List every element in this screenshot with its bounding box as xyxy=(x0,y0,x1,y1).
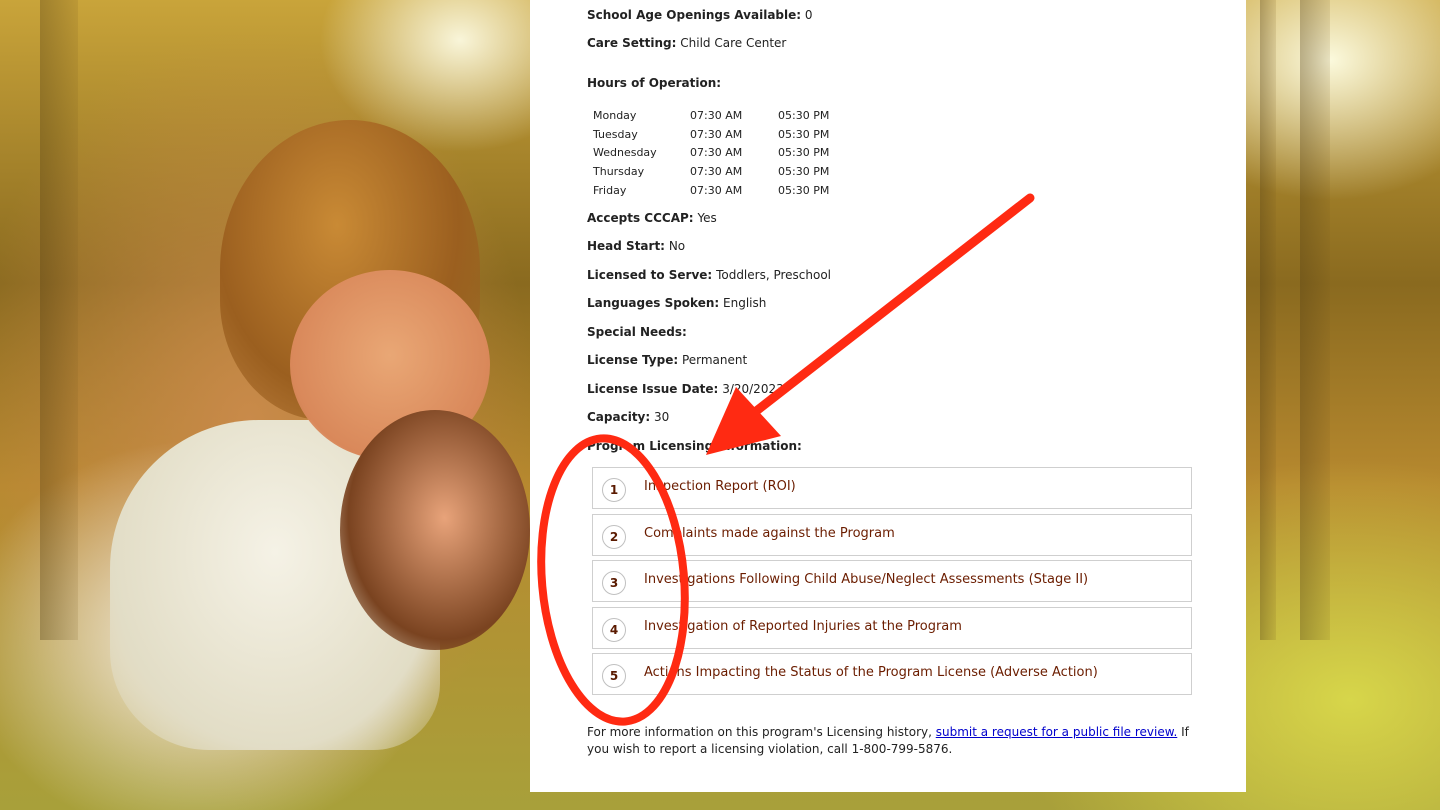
provider-details-panel: School Age Openings Available: 0 Care Se… xyxy=(530,0,1246,792)
step-number-badge: 4 xyxy=(602,618,626,642)
school-age-openings-value: 0 xyxy=(804,8,813,22)
public-file-review-link[interactable]: submit a request for a public file revie… xyxy=(936,725,1178,739)
special-needs: Special Needs: xyxy=(587,325,687,339)
step-number-badge: 5 xyxy=(602,664,626,688)
step-number-badge: 1 xyxy=(602,478,626,502)
accordion-item-title[interactable]: Complaints made against the Program xyxy=(644,526,895,541)
accordion-item-title[interactable]: Inspection Report (ROI) xyxy=(644,479,796,494)
school-age-openings: School Age Openings Available: 0 xyxy=(587,8,813,22)
license-issue-date: License Issue Date: 3/20/2023 xyxy=(587,382,784,396)
accordion-item-inspection-report[interactable]: 1 Inspection Report (ROI) xyxy=(592,467,1192,509)
program-licensing-heading: Program Licensing Information: xyxy=(587,439,802,453)
accordion-item-title[interactable]: Actions Impacting the Status of the Prog… xyxy=(644,665,1098,680)
accordion-item-injuries[interactable]: 4 Investigation of Reported Injuries at … xyxy=(592,607,1192,649)
accepts-cccap: Accepts CCCAP: Yes xyxy=(587,211,717,225)
accordion-item-complaints[interactable]: 2 Complaints made against the Program xyxy=(592,514,1192,556)
table-row: Thursday 07:30 AM 05:30 PM xyxy=(593,164,830,178)
accordion-item-investigations-abuse[interactable]: 3 Investigations Following Child Abuse/N… xyxy=(592,560,1192,602)
step-number-badge: 3 xyxy=(602,571,626,595)
table-row: Friday 07:30 AM 05:30 PM xyxy=(593,183,830,197)
licensed-to-serve: Licensed to Serve: Toddlers, Preschool xyxy=(587,268,832,282)
licensing-history-note: For more information on this program's L… xyxy=(587,725,1189,756)
languages-spoken: Languages Spoken: English xyxy=(587,296,767,310)
hours-table: Monday 07:30 AM 05:30 PM Tuesday 07:30 A… xyxy=(593,106,829,199)
license-type: License Type: Permanent xyxy=(587,353,748,367)
accordion-item-title[interactable]: Investigation of Reported Injuries at th… xyxy=(644,619,962,634)
table-row: Wednesday 07:30 AM 05:30 PM xyxy=(593,146,830,160)
table-row: Monday 07:30 AM 05:30 PM xyxy=(593,108,830,122)
step-number-badge: 2 xyxy=(602,525,626,549)
accordion-item-title[interactable]: Investigations Following Child Abuse/Neg… xyxy=(644,572,1088,587)
school-age-openings-label: School Age Openings Available: xyxy=(587,8,802,22)
care-setting-value: Child Care Center xyxy=(680,36,787,50)
capacity: Capacity: 30 xyxy=(587,410,670,424)
care-setting-label: Care Setting: xyxy=(587,36,677,50)
head-start: Head Start: No xyxy=(587,239,686,253)
hours-heading: Hours of Operation: xyxy=(587,76,722,90)
accordion-item-adverse-action[interactable]: 5 Actions Impacting the Status of the Pr… xyxy=(592,653,1192,695)
care-setting: Care Setting: Child Care Center xyxy=(587,36,786,50)
table-row: Tuesday 07:30 AM 05:30 PM xyxy=(593,127,830,141)
